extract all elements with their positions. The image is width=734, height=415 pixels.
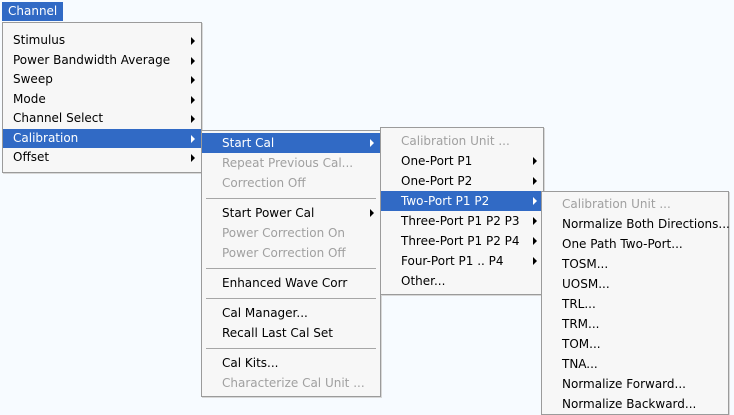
menu-item-label: Cal Manager... xyxy=(222,306,308,320)
menu-item-power-correction-on: Power Correction On xyxy=(202,223,380,243)
menu-item-label: Cal Kits... xyxy=(222,356,279,370)
menu-item-label: Power Correction On xyxy=(222,226,346,240)
menu-item-label: Two-Port P1 P2 xyxy=(401,194,490,208)
menu-item-cal-kits[interactable]: Cal Kits... xyxy=(202,353,380,373)
menu-item-channel-select[interactable]: Channel Select xyxy=(3,109,201,129)
menu-item-label: Power Correction Off xyxy=(222,246,346,260)
menu-item-one-path-two-port[interactable]: One Path Two-Port... xyxy=(542,234,728,254)
menu-item-label: Calibration Unit ... xyxy=(562,197,671,211)
menu-item-start-power-cal[interactable]: Start Power Cal xyxy=(202,203,380,223)
menu-item-label: Calibration Unit ... xyxy=(401,134,510,148)
menu-item-tna[interactable]: TNA... xyxy=(542,354,728,374)
menu-item-label: Normalize Backward... xyxy=(562,397,697,411)
submenu-arrow-icon xyxy=(191,37,195,45)
menu-item-uosm[interactable]: UOSM... xyxy=(542,274,728,294)
menu-item-label: TRL... xyxy=(562,297,596,311)
submenu-arrow-icon xyxy=(191,95,195,104)
menu-item-trm[interactable]: TRM... xyxy=(542,314,728,334)
menu-item-tosm[interactable]: TOSM... xyxy=(542,254,728,274)
menu-channel[interactable]: Channel xyxy=(2,2,64,21)
menu-item-repeat-previous-cal: Repeat Previous Cal... xyxy=(202,153,380,173)
menu-item-label: TOM... xyxy=(562,337,601,351)
submenu-arrow-icon xyxy=(533,197,537,205)
menu-item-label: Mode xyxy=(13,91,46,106)
menu-item-recall-last-cal-set[interactable]: Recall Last Cal Set xyxy=(202,323,380,343)
menu-item-normalize-both-directions[interactable]: Normalize Both Directions... xyxy=(542,214,730,234)
menu-item-label: Repeat Previous Cal... xyxy=(222,156,354,170)
menu-item-start-cal[interactable]: Start Cal xyxy=(202,133,380,153)
menu-item-cal-manager[interactable]: Cal Manager... xyxy=(202,303,380,323)
menu-item-label: Start Power Cal xyxy=(222,206,315,220)
menu-item-tom[interactable]: TOM... xyxy=(542,334,728,354)
menu-item-normalize-forward[interactable]: Normalize Forward... xyxy=(542,374,728,394)
menu-separator xyxy=(206,268,376,269)
menu-item-power-bandwidth-average[interactable]: Power Bandwidth Average xyxy=(3,51,201,71)
menu-item-calibration-unit: Calibration Unit ... xyxy=(381,131,543,151)
menu-item-other[interactable]: Other... xyxy=(381,271,543,291)
submenu-arrow-icon xyxy=(533,217,537,225)
menu-item-calibration-unit: Calibration Unit ... xyxy=(542,194,728,214)
menu-item-label: One-Port P1 xyxy=(401,154,473,168)
submenu-arrow-icon xyxy=(370,139,374,147)
calibration-submenu: Start Cal Repeat Previous Cal... Correct… xyxy=(201,130,381,397)
submenu-arrow-icon xyxy=(191,115,195,123)
submenu-arrow-icon xyxy=(533,157,537,165)
menu-item-four-port-p1-p4[interactable]: Four-Port P1 .. P4 xyxy=(381,251,543,271)
menu-item-label: Enhanced Wave Corr xyxy=(222,276,348,290)
menu-item-label: One Path Two-Port... xyxy=(562,237,683,251)
menu-item-normalize-backward[interactable]: Normalize Backward... xyxy=(542,394,728,414)
menu-item-offset[interactable]: Offset xyxy=(3,148,201,168)
menu-item-label: Normalize Forward... xyxy=(562,377,686,391)
menu-item-one-port-p1[interactable]: One-Port P1 xyxy=(381,151,543,171)
menu-item-power-correction-off: Power Correction Off xyxy=(202,243,380,263)
menu-item-characterize-cal-unit: Characterize Cal Unit ... xyxy=(202,373,380,393)
menu-separator xyxy=(206,198,376,199)
menu-item-label: Characterize Cal Unit ... xyxy=(222,376,365,390)
menu-item-label: Stimulus xyxy=(13,33,66,47)
menu-item-label: Correction Off xyxy=(222,176,306,190)
menu-item-label: Three-Port P1 P2 P3 xyxy=(401,214,520,228)
menu-item-mode[interactable]: Mode xyxy=(3,90,201,110)
channel-menu: Stimulus Power Bandwidth Average Sweep M… xyxy=(2,22,202,173)
menu-item-label: Power Bandwidth Average xyxy=(13,52,171,67)
submenu-arrow-icon xyxy=(533,257,537,265)
menu-separator xyxy=(206,298,376,299)
submenu-arrow-icon xyxy=(370,209,374,217)
menu-item-calibration[interactable]: Calibration xyxy=(3,128,201,148)
menu-item-label: Offset xyxy=(13,150,50,164)
menu-item-label: Four-Port P1 .. P4 xyxy=(401,254,504,268)
menu-item-three-port-p1-p2-p3[interactable]: Three-Port P1 P2 P3 xyxy=(381,211,543,231)
menu-item-label: Normalize Both Directions... xyxy=(562,217,730,231)
submenu-arrow-icon xyxy=(533,237,537,245)
menu-item-label: TOSM... xyxy=(562,257,609,271)
two-port-submenu: Calibration Unit ... Normalize Both Dire… xyxy=(541,191,730,415)
menu-item-label: Other... xyxy=(401,274,446,288)
start-cal-submenu: Calibration Unit ... One-Port P1 One-Por… xyxy=(380,127,544,295)
menu-separator xyxy=(206,348,376,349)
submenu-arrow-icon xyxy=(191,76,195,84)
menu-item-stimulus[interactable]: Stimulus xyxy=(3,31,201,51)
menu-item-three-port-p1-p2-p4[interactable]: Three-Port P1 P2 P4 xyxy=(381,231,543,251)
menu-item-label: UOSM... xyxy=(562,277,610,291)
menu-item-label: Sweep xyxy=(13,72,53,86)
menu-item-correction-off: Correction Off xyxy=(202,173,380,193)
menu-item-enhanced-wave-corr[interactable]: Enhanced Wave Corr xyxy=(202,273,380,293)
menu-item-label: One-Port P2 xyxy=(401,174,473,188)
menu-item-sweep[interactable]: Sweep xyxy=(3,70,201,90)
submenu-arrow-icon xyxy=(191,56,195,65)
menu-item-label: Start Cal xyxy=(222,136,275,150)
menu-item-label: TNA... xyxy=(562,357,598,371)
menu-item-one-port-p2[interactable]: One-Port P2 xyxy=(381,171,543,191)
menu-item-label: Three-Port P1 P2 P4 xyxy=(401,234,520,248)
menu-item-trl[interactable]: TRL... xyxy=(542,294,728,314)
menu-item-label: TRM... xyxy=(562,317,600,331)
submenu-arrow-icon xyxy=(191,134,195,143)
menu-item-label: Calibration xyxy=(13,130,79,145)
menu-item-label: Channel Select xyxy=(13,111,104,125)
submenu-arrow-icon xyxy=(191,154,195,162)
menu-item-two-port-p1-p2[interactable]: Two-Port P1 P2 xyxy=(381,191,543,211)
menu-item-label: Recall Last Cal Set xyxy=(222,326,334,340)
submenu-arrow-icon xyxy=(533,177,537,185)
